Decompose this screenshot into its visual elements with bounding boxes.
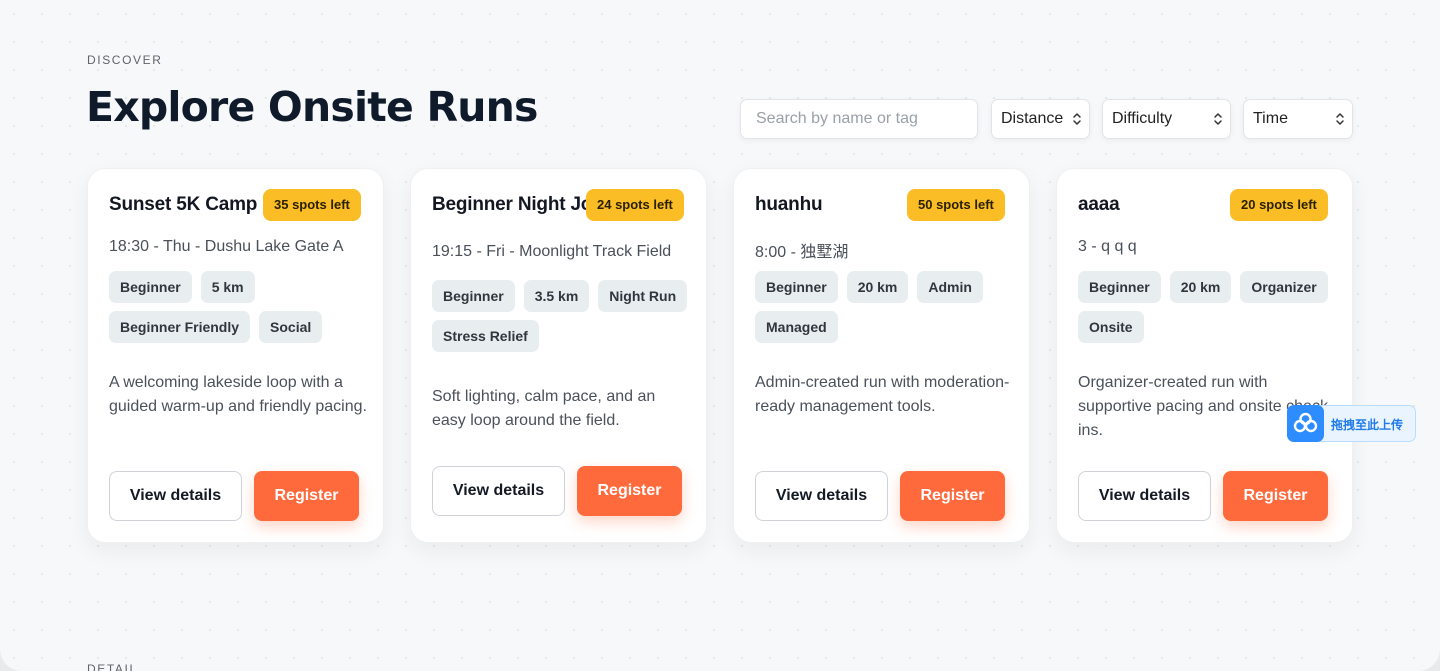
time-select-label: Time [1253, 110, 1288, 127]
view-details-button[interactable]: View details [432, 466, 565, 516]
tag: Managed [755, 311, 838, 343]
run-name: huanhu [755, 194, 823, 215]
run-name: aaaa [1078, 194, 1120, 215]
time-select[interactable]: Time [1243, 99, 1353, 139]
tag: Social [259, 311, 323, 343]
tag: Onsite [1078, 311, 1144, 343]
tag: Beginner [1078, 271, 1161, 303]
tag: Beginner [109, 271, 192, 303]
page-title: Explore Onsite Runs [86, 83, 538, 131]
spots-badge: 24 spots left [586, 189, 684, 221]
drag-upload-widget[interactable]: 拖拽至此上传 [1287, 405, 1416, 442]
cloud-upload-icon [1287, 405, 1324, 442]
tag: Beginner [755, 271, 838, 303]
difficulty-select-label: Difficulty [1112, 110, 1173, 127]
run-meta: 8:00 - 独墅湖 [755, 244, 849, 261]
view-details-button[interactable]: View details [755, 471, 888, 521]
tag-list: Beginner 20 km Organizer Onsite [1078, 271, 1340, 343]
run-description: Soft lighting, calm pace, and an easy lo… [432, 388, 656, 429]
view-details-button[interactable]: View details [109, 471, 242, 521]
tag-list: Beginner 5 km Beginner Friendly Social [109, 271, 371, 343]
upload-label: 拖拽至此上传 [1331, 418, 1404, 432]
run-card: Sunset 5K Camp 35 spots left 18:30 - Thu… [87, 168, 384, 543]
run-description: Admin-created run with moderation-ready … [755, 374, 1010, 415]
spots-badge: 50 spots left [907, 189, 1005, 221]
tag: 20 km [1169, 271, 1232, 303]
run-name: Beginner Night Jog [432, 194, 604, 215]
chevron-up-down-icon [1073, 113, 1081, 125]
search-input[interactable] [740, 99, 978, 139]
tag: 3.5 km [523, 280, 590, 312]
tag: Night Run [598, 280, 688, 312]
difficulty-select[interactable]: Difficulty [1102, 99, 1231, 139]
run-meta: 19:15 - Fri - Moonlight Track Field [432, 243, 672, 260]
register-button[interactable]: Register [577, 466, 682, 516]
tag: Stress Relief [432, 320, 539, 352]
register-button[interactable]: Register [900, 471, 1005, 521]
section-eyebrow: DISCOVER [87, 53, 163, 67]
run-card: Beginner Night Jog 24 spots left 19:15 -… [410, 168, 707, 543]
tag: 5 km [200, 271, 255, 303]
detail-section-eyebrow: DETAIL [87, 662, 138, 671]
run-name: Sunset 5K Camp [109, 194, 258, 215]
tag-list: Beginner 3.5 km Night Run Stress Relief [432, 280, 694, 352]
tag: Beginner [432, 280, 515, 312]
spots-badge: 20 spots left [1230, 189, 1328, 221]
view-details-button[interactable]: View details [1078, 471, 1211, 521]
run-meta: 18:30 - Thu - Dushu Lake Gate A [109, 238, 344, 255]
chevron-up-down-icon [1336, 113, 1344, 125]
run-card: aaaa 20 spots left 3 - q q q Beginner 20… [1056, 168, 1353, 543]
chevron-up-down-icon [1214, 113, 1222, 125]
distance-select[interactable]: Distance [991, 99, 1090, 139]
register-button[interactable]: Register [254, 471, 359, 521]
run-card: huanhu 50 spots left 8:00 - 独墅湖 Beginner… [733, 168, 1030, 543]
tag-list: Beginner 20 km Admin Managed [755, 271, 1017, 343]
distance-select-label: Distance [1001, 110, 1064, 127]
run-meta: 3 - q q q [1078, 238, 1137, 255]
tag: Beginner Friendly [109, 311, 251, 343]
register-button[interactable]: Register [1223, 471, 1328, 521]
page: DISCOVER Explore Onsite Runs Distance Di… [0, 0, 1440, 671]
tag: 20 km [846, 271, 909, 303]
run-description: A welcoming lakeside loop with a guided … [109, 374, 367, 415]
tag: Admin [917, 271, 983, 303]
spots-badge: 35 spots left [263, 189, 361, 221]
tag: Organizer [1240, 271, 1328, 303]
